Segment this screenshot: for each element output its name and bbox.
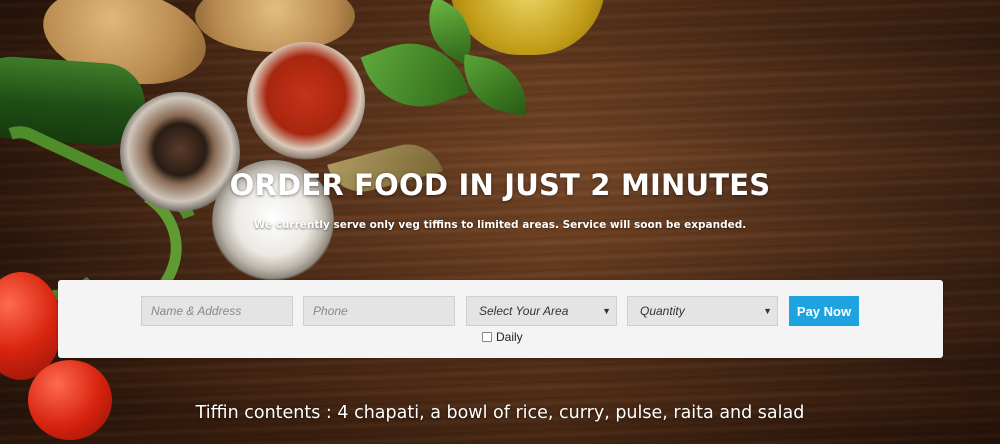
quantity-select-value: Quantity	[640, 304, 685, 318]
area-select[interactable]: Select Your Area ▼	[466, 296, 617, 326]
caret-down-icon: ▼	[763, 306, 772, 316]
order-form-panel: Select Your Area ▼ Quantity ▼ Pay Now Da…	[58, 280, 943, 358]
hero-subline: We currently serve only veg tiffins to l…	[253, 219, 747, 231]
potato-image	[195, 0, 355, 52]
paprika-jar-image	[247, 42, 365, 160]
basil-leaf-image	[456, 54, 534, 116]
tiffin-contents-note: Tiffin contents : 4 chapati, a bowl of r…	[195, 403, 805, 423]
pay-now-button[interactable]: Pay Now	[789, 296, 859, 326]
phone-input[interactable]	[303, 296, 455, 326]
name-address-input[interactable]	[141, 296, 293, 326]
tomato-image	[28, 360, 112, 440]
area-select-value: Select Your Area	[479, 304, 569, 318]
caret-down-icon: ▼	[602, 306, 611, 316]
daily-label: Daily	[496, 330, 523, 344]
daily-option[interactable]: Daily	[482, 329, 523, 345]
quantity-select[interactable]: Quantity ▼	[627, 296, 778, 326]
hero-headline: ORDER FOOD IN JUST 2 MINUTES	[229, 168, 771, 202]
olive-oil-image	[450, 0, 605, 55]
daily-checkbox[interactable]	[482, 332, 492, 342]
